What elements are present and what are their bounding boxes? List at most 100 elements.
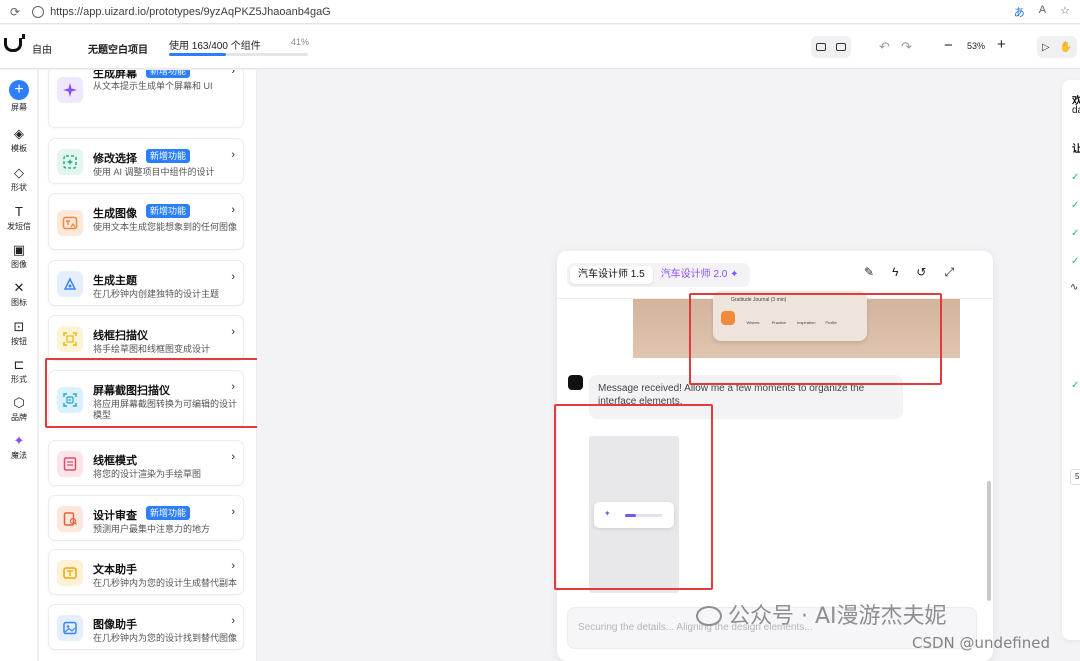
magic-card[interactable]: 修改选择 新增功能使用 AI 调整项目中组件的设计 › (48, 138, 244, 184)
mode-selector[interactable]: 自由 (32, 41, 52, 56)
magic-card-description: 在几秒钟内创建独特的设计主题 (93, 289, 220, 299)
rail-item-shapes[interactable]: ◇ 形状 (0, 166, 38, 193)
check-icon: ✓ (1071, 172, 1080, 183)
chevron-right-icon: › (231, 204, 235, 216)
view-toggle-group (811, 36, 851, 58)
play-icon[interactable]: ▷ (1042, 42, 1050, 53)
magic-card[interactable]: 线框模式 将您的设计渲染为手绘草图 › (48, 440, 244, 486)
edit-icon[interactable]: ✎ (864, 265, 874, 280)
select-sparkle-icon (57, 149, 83, 175)
chevron-right-icon: › (231, 615, 235, 627)
hand-icon[interactable]: ✋ (1060, 42, 1072, 53)
expand-icon[interactable]: ⤢ (944, 265, 954, 280)
tab-autodesigner-1-5[interactable]: 汽车设计师 1.5 (570, 266, 653, 284)
chevron-right-icon: › (231, 70, 235, 77)
magic-card-title: 生成屏幕 (93, 70, 137, 80)
url-text[interactable]: https://app.uizard.io/prototypes/9yzAqPK… (50, 6, 331, 18)
review-icon (57, 506, 83, 532)
zoom-level[interactable]: 53% (967, 41, 985, 51)
magic-card-description: 在几秒钟内为您的设计生成替代副本 (93, 578, 238, 588)
watermark-wechat: 公众号 · AI漫游杰夫妮 (696, 598, 947, 630)
split-view-icon[interactable] (836, 43, 846, 51)
magic-card-title: 图像助手 (93, 619, 137, 631)
uizard-logo[interactable] (4, 34, 25, 52)
check-icon: ✓ (1071, 256, 1080, 267)
reload-icon[interactable]: ⟳ (10, 5, 20, 19)
rail-item-buttons[interactable]: ⊡ 按钮 (0, 320, 38, 347)
magic-card-description: 将手绘草图和线框图变成设计 (93, 344, 211, 354)
site-info-icon[interactable] (32, 5, 45, 18)
undo-icon[interactable]: ↶ (879, 39, 890, 55)
rail-item-images[interactable]: ▣ 图像 (0, 243, 38, 270)
chevron-right-icon: › (231, 326, 235, 338)
redo-icon[interactable]: ↷ (901, 39, 912, 55)
magic-card[interactable]: 生成屏幕 新增功能 从文本提示生成单个屏幕和 UI › (48, 70, 244, 128)
model-tabs: 汽车设计师 1.5 汽车设计师 2.0 ✦ (567, 263, 750, 287)
magic-card[interactable]: 图像助手在几秒钟内为您的设计找到替代图像 › (48, 604, 244, 650)
rail-label: 魔法 (11, 451, 27, 460)
rail-item-templates[interactable]: ◈ 模板 (0, 127, 38, 154)
rail-item-icons[interactable]: ✕ 图标 (0, 281, 38, 308)
magic-card-description: 在几秒钟内为您的设计找到替代图像 (93, 633, 238, 643)
image-text-icon (57, 210, 83, 236)
new-feature-badge: 新增功能 (146, 506, 191, 520)
magic-card[interactable]: 设计审查 新增功能 预测用户最集中注意力的地方 › (48, 495, 244, 541)
read-aloud-icon[interactable]: A (1039, 4, 1046, 20)
theme-icon (57, 271, 83, 297)
rail-label: 屏幕 (11, 103, 27, 112)
new-feature-badge: 新增功能 (146, 70, 191, 78)
chevron-right-icon: › (231, 560, 235, 572)
project-name[interactable]: 无题空白项目 (88, 41, 148, 56)
right-panel-count: 5 (1070, 469, 1080, 485)
tab-autodesigner-2-0[interactable]: 汽车设计师 2.0 ✦ (653, 266, 747, 284)
rail-label: 发短信 (7, 222, 31, 231)
magic-card[interactable]: 线框扫描仪 将手绘草图和线框图变成设计 › (48, 315, 244, 361)
translate-icon[interactable]: あ (1014, 4, 1025, 20)
history-icon[interactable]: ↺ (916, 265, 926, 280)
check-icon: ✓ (1071, 200, 1080, 211)
favorite-icon[interactable]: ☆ (1060, 4, 1070, 20)
magic-card-title: 修改选择 (93, 153, 137, 165)
rail-label: 图像 (11, 260, 27, 269)
zoom-out-button[interactable]: − (944, 37, 953, 54)
text-icon: T (15, 204, 23, 219)
sparkle-icon: ✦ (730, 269, 739, 280)
rail-label: 形式 (11, 375, 27, 384)
check-icon: ✓ (1071, 380, 1080, 391)
magic-card-description: 使用 AI 调整项目中组件的设计 (93, 167, 215, 177)
browser-address-bar: ⟳ https://app.uizard.io/prototypes/9yzAq… (0, 0, 1080, 24)
image-icon: ▣ (12, 242, 26, 257)
usage-progress-bar (169, 53, 308, 56)
usage-progress-fill (169, 53, 226, 56)
rail-item-brand[interactable]: ⬡ 品牌 (0, 396, 38, 423)
form-icon: ⊏ (13, 357, 25, 372)
chevron-right-icon: › (231, 506, 235, 518)
lightning-icon[interactable]: ϟ (892, 265, 898, 280)
magic-card-title: 设计审查 (93, 510, 137, 522)
magic-card[interactable]: 文本助手在几秒钟内为您的设计生成替代副本 › (48, 549, 244, 595)
chevron-right-icon: › (231, 271, 235, 283)
new-feature-badge: 新增功能 (146, 149, 191, 163)
layers-icon: ◈ (14, 126, 24, 141)
button-icon: ⊡ (13, 319, 25, 334)
right-panel-subtitle: da (1072, 105, 1080, 116)
desktop-view-icon[interactable] (816, 43, 826, 51)
watermark-text: 公众号 · AI漫游杰夫妮 (728, 604, 947, 629)
rail-item-text[interactable]: T 发短信 (0, 205, 38, 232)
annotation-highlight-loading (554, 404, 713, 590)
magic-card-title: 文本助手 (93, 564, 137, 576)
flow-icon: ∿ (1070, 282, 1079, 293)
rail-item-forms[interactable]: ⊏ 形式 (0, 358, 38, 385)
shapes-icon: ◇ (14, 165, 24, 180)
chat-scrollbar[interactable] (987, 481, 991, 601)
scan-icon (57, 326, 83, 352)
rail-item-screens[interactable]: + 屏幕 (0, 80, 38, 113)
chevron-right-icon: › (231, 149, 235, 161)
zoom-in-button[interactable]: + (997, 36, 1006, 53)
rail-item-magic[interactable]: ✦ 魔法 (0, 434, 38, 461)
rail-label: 品牌 (11, 413, 27, 422)
magic-card-title: 线框模式 (93, 455, 137, 467)
magic-card[interactable]: 生成图像 新增功能 使用文本生成您能想象到的任何图像 › (48, 193, 244, 250)
magic-card[interactable]: 生成主题 在几秒钟内创建独特的设计主题 › (48, 260, 244, 306)
bot-avatar (568, 375, 583, 390)
